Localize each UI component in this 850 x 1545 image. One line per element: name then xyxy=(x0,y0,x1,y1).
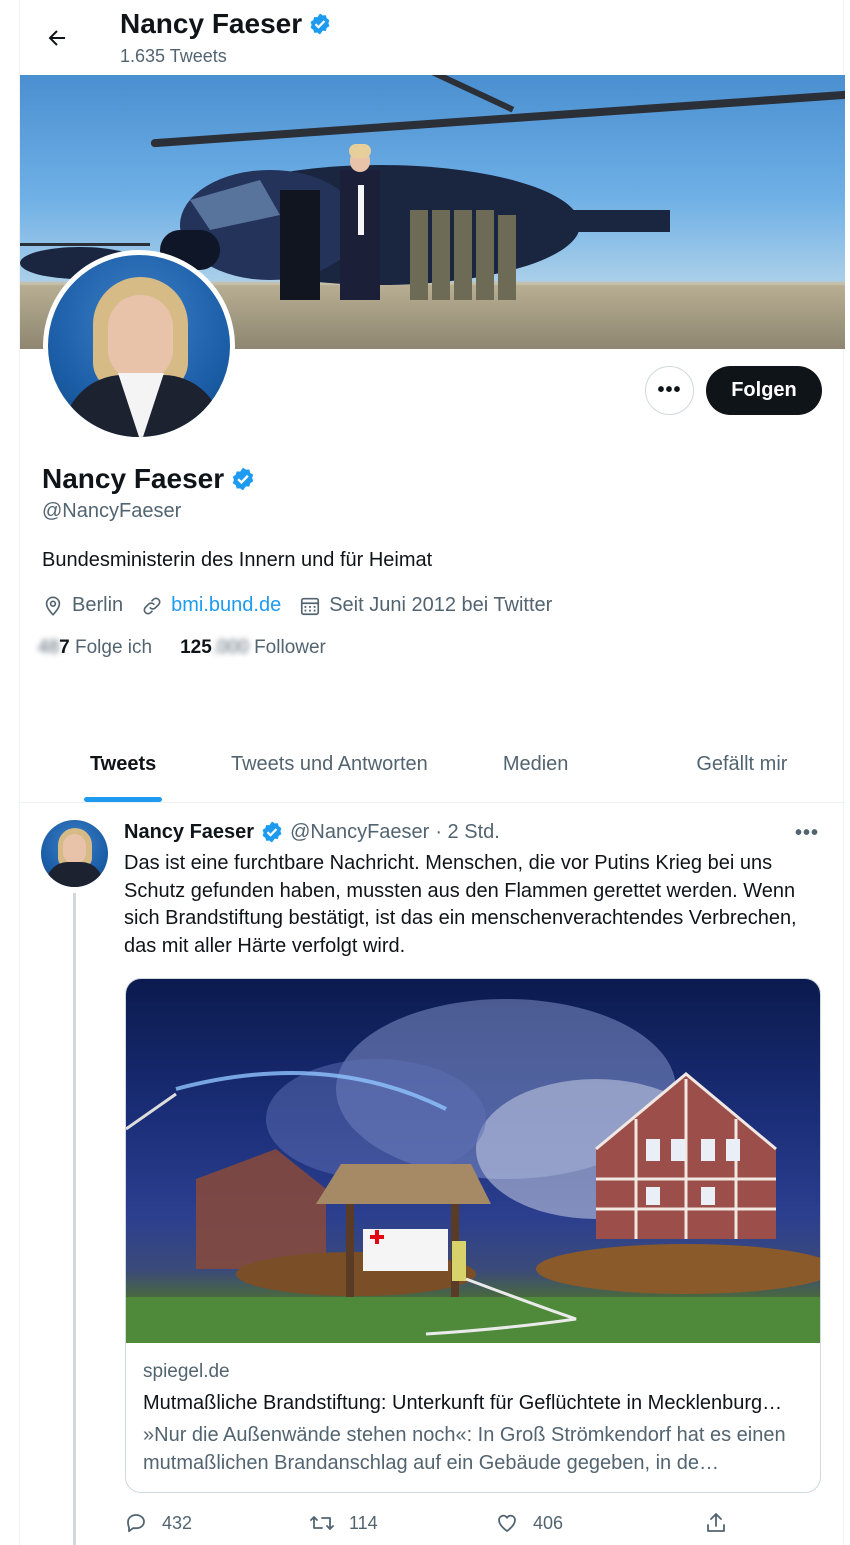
helicopter-illustration xyxy=(160,144,670,300)
location-text: Berlin xyxy=(72,594,124,616)
profile-joined: Seit Juni 2012 bei Twitter xyxy=(299,594,552,617)
tweet-author-name[interactable]: Nancy Faeser xyxy=(124,821,254,844)
profile-avatar[interactable] xyxy=(43,250,235,442)
tweet-avatar[interactable] xyxy=(41,820,108,887)
followers-label: Follower xyxy=(254,637,326,658)
link-title: Mutmaßliche Brandstiftung: Unterkunft fü… xyxy=(143,1392,783,1414)
verified-badge-icon xyxy=(232,467,254,491)
profile-website[interactable]: bmi.bund.de xyxy=(141,594,281,617)
profile-tabs: Tweets Tweets und Antworten Medien Gefäl… xyxy=(20,735,845,803)
share-button[interactable] xyxy=(704,1511,728,1535)
profile-bio: Bundesministerin des Innern und für Heim… xyxy=(42,549,433,571)
verified-badge-icon xyxy=(262,821,282,843)
joined-text: Seit Juni 2012 bei Twitter xyxy=(329,594,553,616)
like-heart-icon xyxy=(498,1514,516,1532)
location-pin-icon xyxy=(45,595,61,616)
tab-tweets-and-replies[interactable]: Tweets und Antworten xyxy=(226,735,432,802)
followers-count: 125 xyxy=(180,637,212,658)
burning-building-illustration xyxy=(126,999,820,1343)
link-icon xyxy=(143,597,161,614)
profile-name-text: Nancy Faeser xyxy=(42,463,225,494)
profile-meta: Berlin bmi.bund.de Seit Juni 2012 bei Tw… xyxy=(42,594,552,617)
back-arrow-icon xyxy=(48,30,65,46)
tab-media[interactable]: Medien xyxy=(433,735,639,802)
like-count: 406 xyxy=(533,1512,564,1533)
tweet-text: Das ist eine furchtbare Nachricht. Mensc… xyxy=(124,852,797,957)
following-label: Folge ich xyxy=(75,637,153,658)
profile-location: Berlin xyxy=(42,594,123,617)
tweet-time[interactable]: · 2 Std. xyxy=(435,821,499,844)
tweet-author-handle[interactable]: @NancyFaeser xyxy=(290,821,429,844)
following-stat[interactable]: 487 Folge ich xyxy=(38,637,152,659)
tweet-more-button[interactable]: ••• xyxy=(795,822,819,845)
share-icon xyxy=(707,1513,725,1532)
thread-line xyxy=(73,893,76,1545)
calendar-icon xyxy=(301,597,320,615)
top-bar: Nancy Faeser 1.635 Tweets xyxy=(20,0,845,74)
retweet-icon xyxy=(310,1516,334,1530)
back-button[interactable] xyxy=(42,23,72,53)
tweet-header: Nancy Faeser @NancyFaeser · 2 Std. xyxy=(124,820,500,844)
profile-name: Nancy Faeser xyxy=(42,463,256,495)
following-count: 7 xyxy=(59,637,70,658)
verified-badge-icon xyxy=(310,13,330,35)
reply-button[interactable]: 432 xyxy=(124,1511,192,1535)
followers-stat[interactable]: 125.000 Follower xyxy=(180,637,326,659)
reply-icon xyxy=(127,1514,145,1533)
more-options-button[interactable]: ••• xyxy=(645,366,694,415)
retweet-button[interactable]: 114 xyxy=(309,1511,378,1535)
tab-likes[interactable]: Gefällt mir xyxy=(639,735,845,802)
link-domain: spiegel.de xyxy=(143,1361,230,1382)
website-link[interactable]: bmi.bund.de xyxy=(171,594,281,617)
link-description: »Nur die Außenwände stehen noch«: In Gro… xyxy=(143,1424,786,1474)
link-preview-image xyxy=(126,979,820,1343)
profile-handle: @NancyFaeser xyxy=(42,500,182,522)
like-button[interactable]: 406 xyxy=(495,1511,563,1535)
tweet-actions: 432 114 406 xyxy=(124,1511,734,1541)
link-preview-card[interactable]: spiegel.de Mutmaßliche Brandstiftung: Un… xyxy=(125,978,821,1493)
tab-tweets[interactable]: Tweets xyxy=(20,735,226,802)
profile-stats: 487 Folge ich 125.000 Follower xyxy=(38,637,326,659)
profile-column: Nancy Faeser 1.635 Tweets ••• Folgen Nan… xyxy=(19,0,845,1545)
reply-count: 432 xyxy=(162,1512,193,1533)
header-title: Nancy Faeser xyxy=(120,8,332,40)
tweet-count: 1.635 Tweets xyxy=(120,46,227,66)
follow-button[interactable]: Folgen xyxy=(706,366,822,415)
retweet-count: 114 xyxy=(349,1512,378,1533)
header-name: Nancy Faeser xyxy=(120,8,303,39)
